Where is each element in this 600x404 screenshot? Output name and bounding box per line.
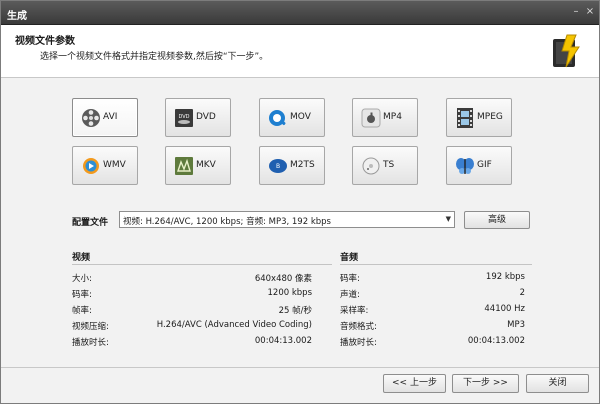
format-button-mpeg[interactable]: MPEG (446, 98, 512, 137)
profile-dropdown[interactable]: 视频: H.264/AVC, 1200 kbps; 音频: MP3, 192 k… (119, 211, 455, 228)
profile-value: 视频: H.264/AVC, 1200 kbps; 音频: MP3, 192 k… (123, 217, 331, 227)
info-label: 码率: (72, 290, 92, 300)
film-reel-icon (82, 109, 100, 127)
info-row: 采样率: 44100 Hz (340, 304, 525, 320)
format-label: M2TS (290, 160, 315, 170)
wizard-magic-icon (553, 34, 580, 68)
dialog-window: 生成 – × 视频文件参数 选择一个视频文件格式并指定视频参数,然后按“下一步”… (0, 0, 600, 404)
ts-disc-icon (362, 157, 380, 175)
info-row: 视频压缩: H.264/AVC (Advanced Video Coding) (72, 320, 312, 336)
info-row: 声道: 2 (340, 288, 525, 304)
window-title: 生成 (7, 11, 27, 22)
format-label: MKV (196, 160, 216, 170)
profile-label: 配置文件 (72, 218, 109, 228)
info-label: 帧率: (72, 306, 92, 316)
video-divider (72, 264, 332, 265)
chevron-down-icon: ▼ (445, 215, 451, 223)
format-button-wmv[interactable]: WMV (72, 146, 138, 185)
format-label: DVD (196, 112, 216, 122)
info-value: 1200 kbps (267, 288, 312, 298)
format-button-m2ts[interactable]: B M2TS (259, 146, 325, 185)
film-strip-icon (457, 108, 473, 128)
audio-section-title: 音频 (340, 253, 359, 263)
info-value: MP3 (507, 320, 525, 330)
info-label: 视频压缩: (72, 322, 109, 332)
close-window-button[interactable]: × (583, 5, 597, 19)
format-button-mov[interactable]: MOV (259, 98, 325, 137)
format-button-ts[interactable]: TS (352, 146, 418, 185)
info-label: 声道: (340, 290, 360, 300)
format-label: TS (383, 160, 395, 170)
info-value: H.264/AVC (Advanced Video Coding) (156, 320, 312, 330)
info-label: 大小: (72, 274, 92, 284)
info-row: 播放时长: 00:04:13.002 (72, 336, 312, 352)
info-row: 码率: 1200 kbps (72, 288, 312, 304)
info-value: 25 帧/秒 (278, 306, 312, 316)
bluray-icon: B (269, 159, 287, 173)
audio-divider (340, 264, 532, 265)
info-row: 大小: 640x480 像素 (72, 272, 312, 288)
info-value: 00:04:13.002 (254, 336, 312, 346)
format-label: MOV (290, 112, 311, 122)
format-label: GIF (477, 160, 492, 170)
info-label: 音频格式: (340, 322, 377, 332)
step-title: 视频文件参数 (15, 36, 75, 47)
mkv-icon (175, 157, 193, 175)
info-value: 640x480 像素 (254, 274, 312, 284)
wizard-header: 视频文件参数 选择一个视频文件格式并指定视频参数,然后按“下一步”。 (1, 25, 599, 78)
info-value: 2 (519, 288, 525, 298)
title-bar: 生成 – × (1, 1, 599, 25)
svg-text:DVD: DVD (178, 114, 189, 120)
format-button-mkv[interactable]: MKV (165, 146, 231, 185)
advanced-button[interactable]: 高级 (464, 211, 530, 229)
format-button-mp4[interactable]: MP4 (352, 98, 418, 137)
footer-divider (1, 367, 599, 368)
info-label: 播放时长: (72, 338, 109, 348)
video-section-title: 视频 (72, 253, 91, 263)
info-row: 音频格式: MP3 (340, 320, 525, 336)
info-label: 播放时长: (340, 338, 377, 348)
info-value: 192 kbps (485, 272, 525, 282)
format-button-gif[interactable]: GIF (446, 146, 512, 185)
info-value: 00:04:13.002 (467, 336, 525, 346)
format-label: MP4 (383, 112, 402, 122)
svg-text:B: B (276, 163, 280, 170)
format-label: MPEG (477, 112, 503, 122)
windows-media-icon (83, 158, 99, 174)
info-label: 采样率: (340, 306, 369, 316)
format-label: WMV (103, 160, 126, 170)
format-grid: AVI DVD DVD MOV MP4 MPEG WMV MKV B M2TS … (72, 98, 532, 186)
format-label: AVI (103, 112, 118, 122)
apple-icon (361, 108, 381, 128)
info-row: 码率: 192 kbps (340, 272, 525, 288)
minimize-button[interactable]: – (569, 5, 583, 19)
quicktime-icon (269, 110, 286, 126)
close-button[interactable]: 关闭 (526, 374, 589, 393)
step-description: 选择一个视频文件格式并指定视频参数,然后按“下一步”。 (40, 52, 269, 62)
info-row: 播放时长: 00:04:13.002 (340, 336, 525, 352)
info-value: 44100 Hz (484, 304, 525, 314)
info-label: 码率: (340, 274, 360, 284)
dvd-disc-icon: DVD (175, 109, 193, 127)
butterfly-icon (456, 158, 474, 174)
format-button-avi[interactable]: AVI (72, 98, 138, 137)
format-button-dvd[interactable]: DVD DVD (165, 98, 231, 137)
back-button[interactable]: << 上一步 (383, 374, 446, 393)
info-row: 帧率: 25 帧/秒 (72, 304, 312, 320)
next-button[interactable]: 下一步 >> (452, 374, 519, 393)
